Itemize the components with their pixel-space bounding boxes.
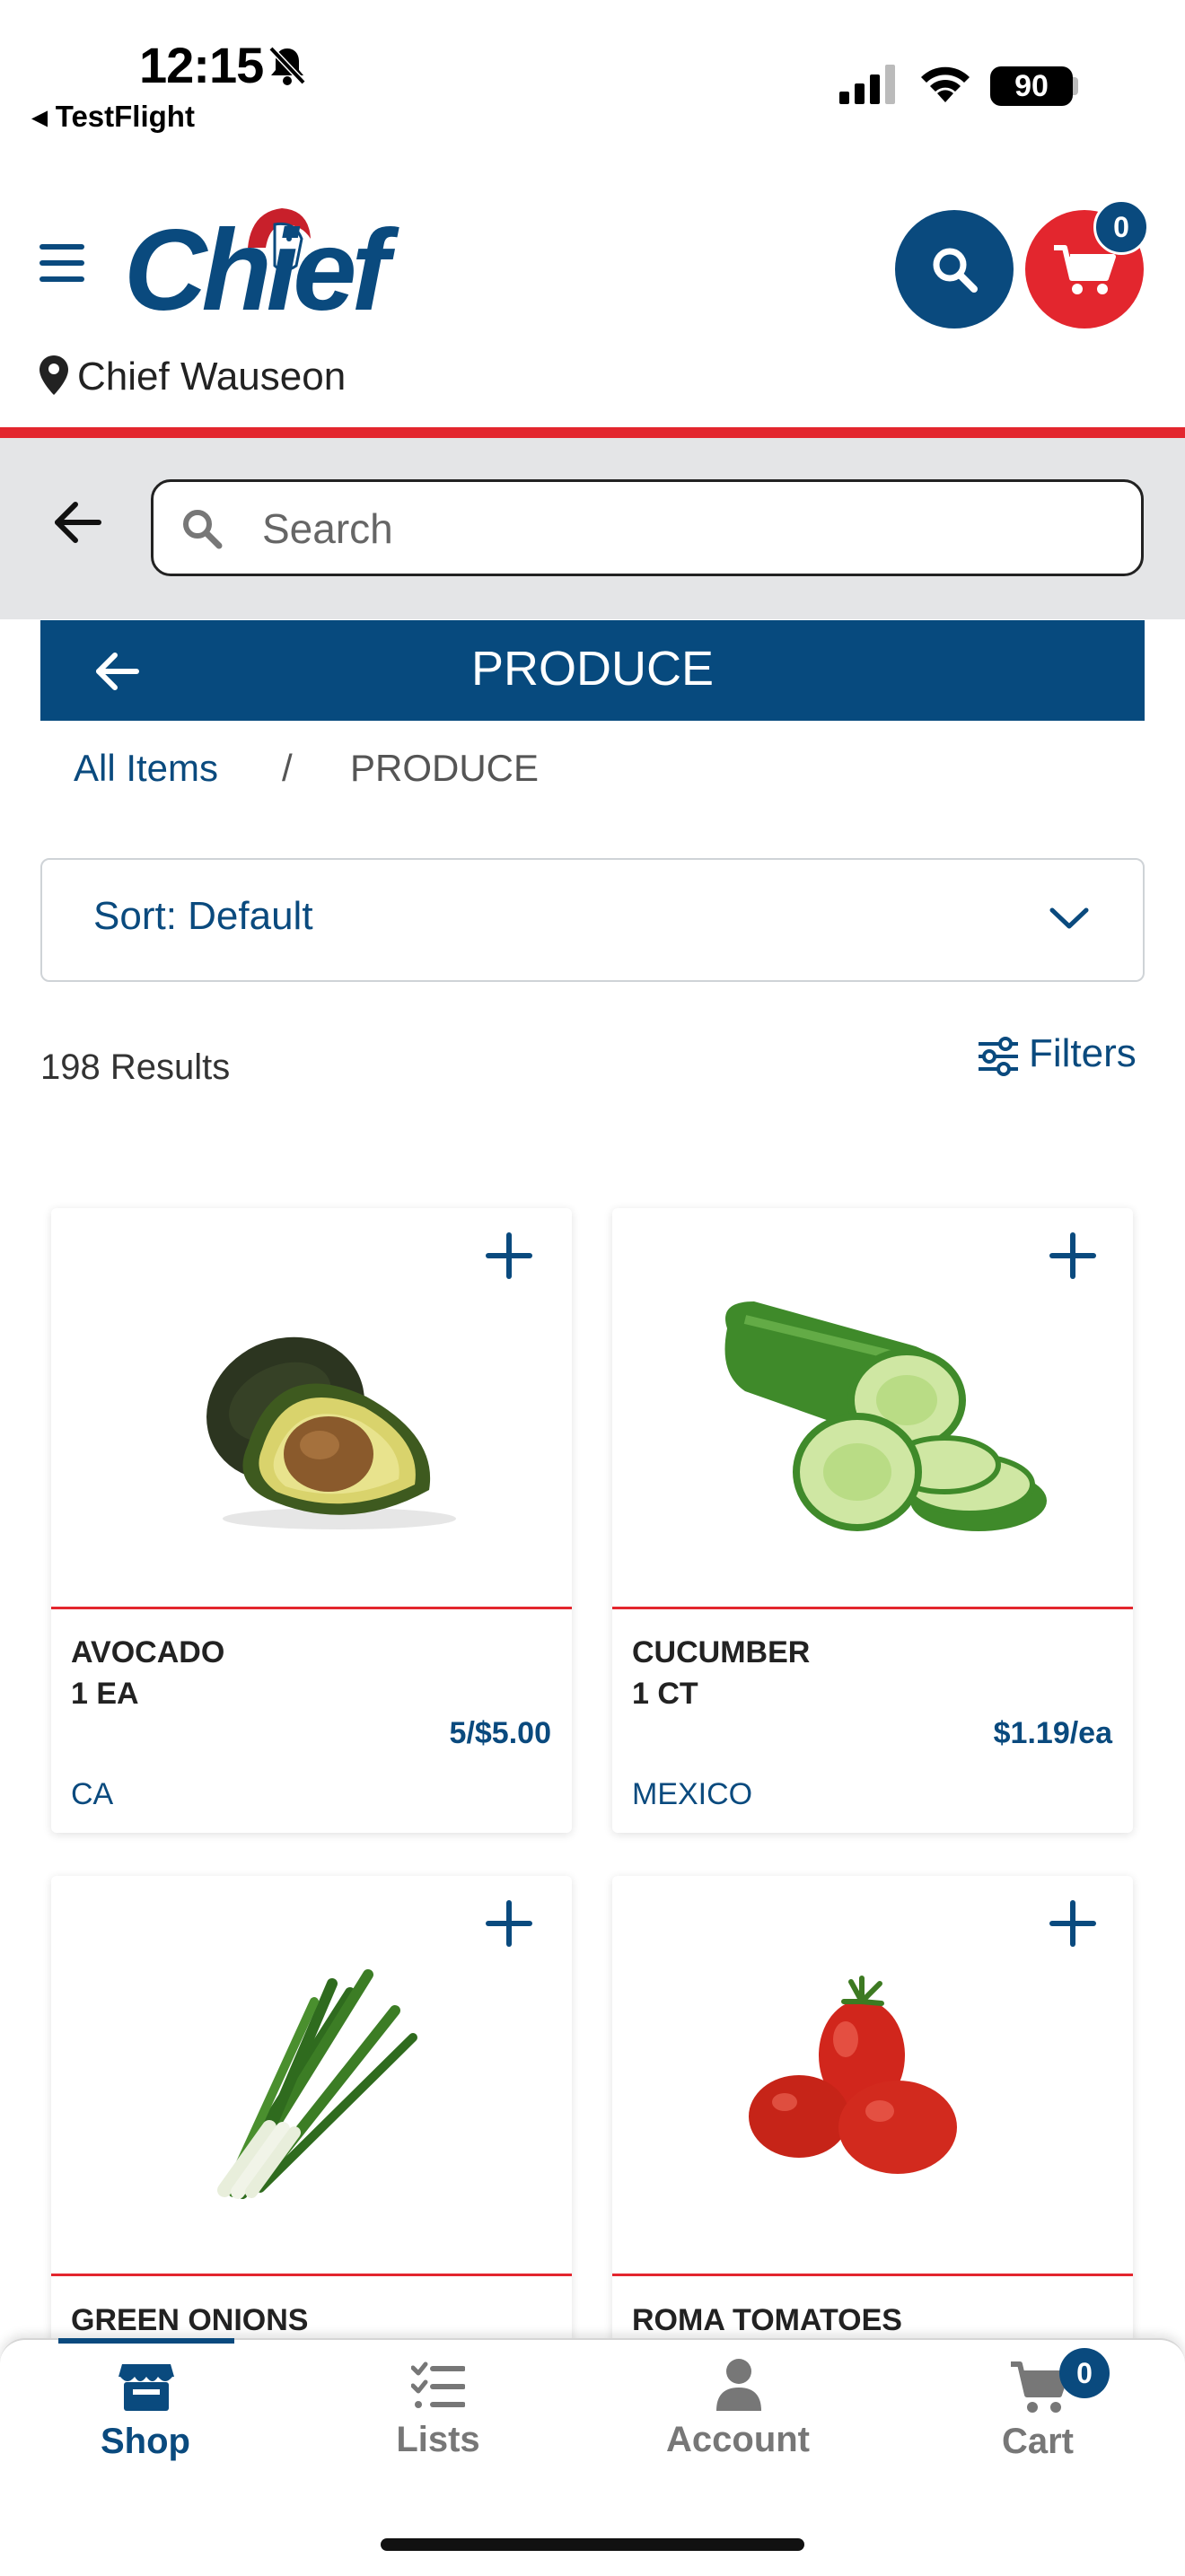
avocado-image: [206, 1336, 456, 1529]
nav-cart-badge: 0: [1059, 2348, 1110, 2398]
search-icon: [933, 248, 978, 293]
header-search-button[interactable]: [895, 210, 1014, 329]
product-name: GREEN ONIONS: [71, 2303, 309, 2337]
add-to-cart-plus-icon[interactable]: [485, 1899, 533, 1948]
breadcrumb-current: PRODUCE: [350, 747, 540, 789]
nav-account-label: Account: [666, 2420, 810, 2459]
nav-lists-label: Lists: [396, 2420, 480, 2459]
product-origin: MEXICO: [632, 1777, 753, 1811]
status-time: 12:15: [139, 37, 264, 93]
hamburger-menu-icon[interactable]: [40, 244, 84, 293]
nav-lists[interactable]: Lists: [330, 2352, 546, 2468]
nav-active-indicator: [58, 2338, 234, 2344]
store-icon: [118, 2364, 174, 2411]
filters-sliders-icon[interactable]: [977, 1037, 1020, 1076]
person-icon: [716, 2359, 761, 2411]
back-app-label: TestFlight: [55, 100, 195, 133]
product-origin: CA: [71, 1777, 114, 1811]
cellular-signal-icon: [839, 65, 895, 104]
cart-icon: [1054, 245, 1116, 294]
product-name: CUCUMBER: [632, 1635, 811, 1669]
breadcrumb-all-items[interactable]: All Items: [74, 747, 218, 790]
add-to-cart-plus-icon[interactable]: [1049, 1899, 1097, 1948]
search-placeholder: Search: [262, 505, 393, 552]
store-location[interactable]: Chief Wauseon: [77, 355, 346, 399]
bell-muted-icon: [268, 46, 306, 85]
nav-account[interactable]: Account: [630, 2352, 846, 2468]
battery-tip: [1073, 77, 1078, 95]
filters-button[interactable]: Filters: [1029, 1031, 1137, 1076]
add-to-cart-plus-icon[interactable]: [485, 1231, 533, 1280]
back-to-testflight[interactable]: ◂ TestFlight: [32, 99, 195, 134]
add-to-cart-plus-icon[interactable]: [1049, 1231, 1097, 1280]
header-divider: [0, 427, 1185, 438]
product-size: 1 CT: [632, 1677, 698, 1711]
search-icon: [183, 510, 223, 549]
location-pin-icon: [40, 355, 68, 395]
category-title: PRODUCE: [470, 642, 715, 696]
breadcrumb-separator: /: [282, 747, 293, 789]
roma-tomatoes-image: [749, 1976, 957, 2174]
card-divider: [612, 1607, 1133, 1609]
product-name: AVOCADO: [71, 1635, 225, 1669]
nav-shop-label: Shop: [101, 2422, 190, 2461]
card-divider: [51, 1607, 572, 1609]
checklist-icon: [411, 2361, 465, 2408]
chevron-down-icon: [1049, 907, 1089, 929]
battery-indicator: 90: [990, 66, 1073, 106]
card-divider: [612, 2274, 1133, 2276]
product-price: $1.19/ea: [993, 1716, 1112, 1750]
product-size: 1 EA: [71, 1677, 139, 1711]
wifi-icon: [921, 66, 970, 102]
sort-label: Sort: Default: [93, 894, 313, 938]
nav-cart-label: Cart: [1001, 2422, 1075, 2461]
product-name: ROMA TOMATOES: [632, 2303, 902, 2337]
header-cart-badge: 0: [1093, 199, 1149, 255]
chief-logo[interactable]: Chief: [124, 214, 390, 329]
back-arrow-icon[interactable]: [52, 501, 102, 544]
results-count: 198 Results: [40, 1047, 231, 1087]
nav-shop[interactable]: Shop: [38, 2352, 253, 2468]
product-price: 5/$5.00: [449, 1716, 551, 1750]
green-onions-image: [217, 1969, 417, 2199]
home-indicator[interactable]: [381, 2538, 804, 2551]
category-back-icon[interactable]: [93, 652, 140, 691]
cucumber-image: [724, 1301, 1047, 1531]
card-divider: [51, 2274, 572, 2276]
nav-cart[interactable]: 0 Cart: [930, 2348, 1146, 2468]
